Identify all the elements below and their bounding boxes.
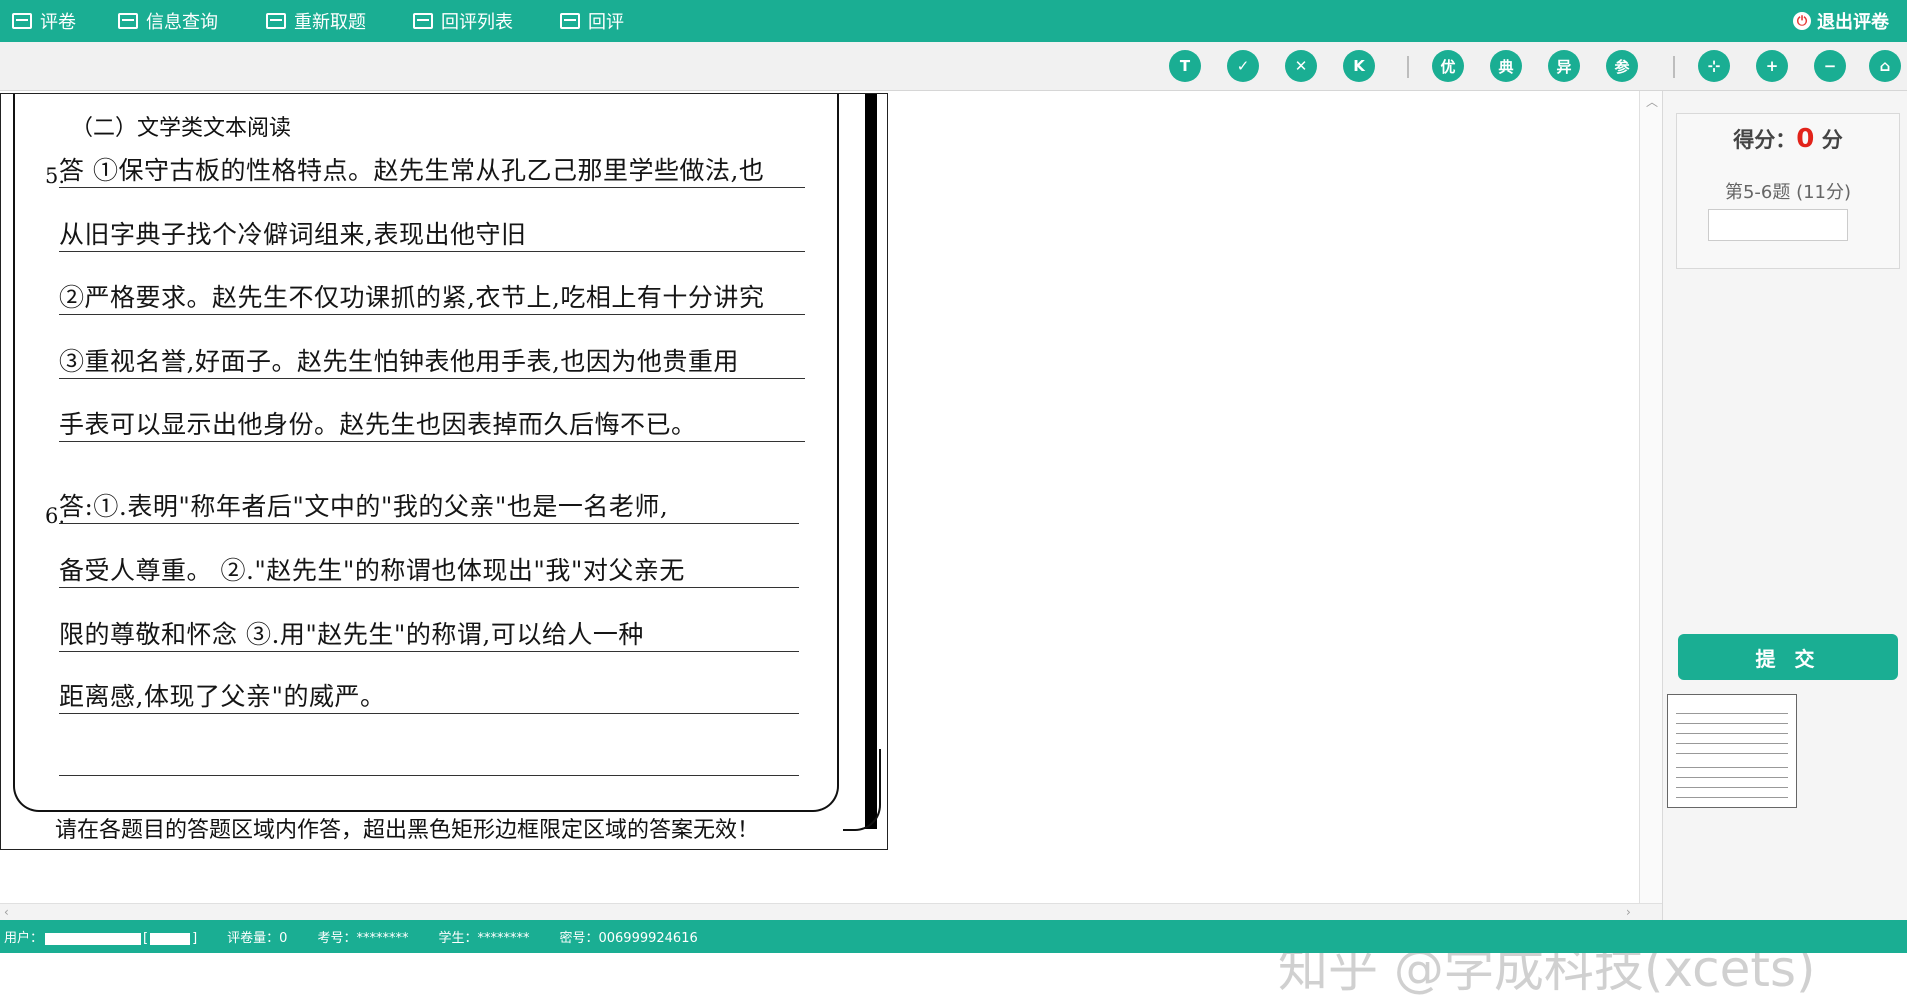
zoom-in-button[interactable]: + (1756, 50, 1788, 82)
submit-button[interactable]: 提 交 (1678, 634, 1898, 680)
answer-line: 距离感,体现了父亲"的威严。 (59, 676, 799, 714)
status-secret-no: 密号：006999924616 (559, 931, 698, 946)
cross-tool-button[interactable]: ✕ (1285, 50, 1317, 82)
answer-line: 手表可以显示出他身份。赵先生也因表掉而久后悔不已。 (59, 404, 805, 442)
nav-marking-label: 评卷 (40, 12, 76, 33)
logout-label: 退出评卷 (1817, 12, 1889, 33)
nav-refetch[interactable]: 重新取题 (266, 0, 366, 42)
review-icon (560, 13, 580, 29)
power-icon: ⏻ (1793, 12, 1811, 30)
abnormal-tool-button[interactable]: 异 (1548, 50, 1580, 82)
scroll-right-icon[interactable]: › (1626, 905, 1631, 919)
status-bar: 用户： [] 评卷量：0 考号：******** 学生：******** 密号：0… (0, 920, 1907, 953)
marking-icon (12, 13, 32, 29)
answer-line: 答:①.表明"称年者后"文中的"我的父亲"也是一名老师, (59, 486, 799, 524)
status-marked-count: 评卷量：0 (227, 931, 288, 946)
marking-toolbar: T ✓ ✕ K 优 典 异 参 ⊹ + − ⌂ (0, 42, 1907, 91)
nav-marking[interactable]: 评卷 (12, 0, 76, 42)
nav-info-query[interactable]: 信息查询 (118, 0, 218, 42)
status-user: 用户： [] (4, 927, 197, 946)
nav-review[interactable]: 回评 (560, 0, 624, 42)
nav-review-list-label: 回评列表 (441, 12, 513, 33)
typical-tool-button[interactable]: 典 (1490, 50, 1522, 82)
toolbar-divider (1673, 56, 1675, 78)
black-border-bar (865, 94, 877, 829)
k-tool-button[interactable]: K (1343, 50, 1375, 82)
score-input[interactable] (1708, 209, 1848, 241)
score-suffix: 分 (1814, 128, 1843, 152)
status-exam-no: 考号：******** (317, 931, 409, 946)
toolbar-divider (1407, 56, 1409, 78)
nav-info-query-label: 信息查询 (146, 12, 218, 33)
scroll-up-icon[interactable]: ︿ (1646, 93, 1658, 110)
sheet-footer-notice: 请在各题目的答题区域内作答，超出黑色矩形边框限定区域的答案无效！ (55, 818, 760, 843)
status-user-bracket-open: [ (143, 931, 149, 946)
excellent-tool-button[interactable]: 优 (1432, 50, 1464, 82)
answer-line (59, 738, 799, 776)
top-nav-bar: 评卷 信息查询 重新取题 回评列表 回评 ⏻ 退出评卷 (0, 0, 1907, 42)
answer-line: 备受人尊重。 ②."赵先生"的称谓也体现出"我"对父亲无 (59, 550, 799, 588)
answer-line: ③重视名誉,好面子。赵先生怕钟表他用手表,也因为他贵重用 (59, 341, 805, 379)
nav-review-list[interactable]: 回评列表 (413, 0, 513, 42)
frame-corner (843, 749, 881, 831)
score-prefix: 得分： (1733, 128, 1797, 152)
answer-line: 从旧字典子找个冷僻词组来,表现出他守旧 (59, 214, 805, 252)
vertical-scrollbar[interactable]: ︿ (1639, 91, 1663, 903)
refetch-icon (266, 13, 286, 29)
redacted-username (45, 932, 142, 945)
question-label: 第5-6题 (11分) (1724, 182, 1852, 203)
scroll-left-icon[interactable]: ‹ (4, 905, 9, 919)
reference-tool-button[interactable]: 参 (1606, 50, 1638, 82)
answer-line: 限的尊敬和怀念 ③.用"赵先生"的称谓,可以给人一种 (59, 614, 799, 652)
status-user-label: 用户： (4, 931, 44, 946)
fit-view-button[interactable]: ⊹ (1698, 50, 1730, 82)
answer-line: ②严格要求。赵先生不仅功课抓的紧,衣节上,吃相上有十分讲究 (59, 277, 805, 315)
text-tool-button[interactable]: T (1169, 50, 1201, 82)
score-display: 得分：0 分 (1677, 124, 1899, 154)
horizontal-scrollbar[interactable]: ‹ › (0, 903, 1662, 921)
reset-view-button[interactable]: ⌂ (1869, 50, 1901, 82)
nav-review-label: 回评 (588, 12, 624, 33)
answer-sheet-thumbnail[interactable] (1667, 694, 1797, 808)
status-user-bracket-close: ] (192, 931, 198, 946)
score-value: 0 (1796, 124, 1815, 154)
answer-sheet-image: （二）文学类文本阅读 5. 答 ①保守古板的性格特点。赵先生常从孔乙己那里学些做… (0, 93, 888, 850)
zoom-out-button[interactable]: − (1814, 50, 1846, 82)
nav-refetch-label: 重新取题 (294, 12, 366, 33)
status-student: 学生：******** (438, 931, 530, 946)
score-box: 得分：0 分 第5-6题 (11分) (1676, 113, 1900, 269)
review-list-icon (413, 13, 433, 29)
section-title: （二）文学类文本阅读 (71, 116, 292, 141)
scoring-panel: 得分：0 分 第5-6题 (11分) 提 交 (1662, 91, 1907, 920)
answer-sheet-viewer[interactable]: （二）文学类文本阅读 5. 答 ①保守古板的性格特点。赵先生常从孔乙己那里学些做… (0, 91, 1816, 998)
check-tool-button[interactable]: ✓ (1227, 50, 1259, 82)
info-query-icon (118, 13, 138, 29)
redacted-user-id (150, 932, 191, 945)
logout-button[interactable]: ⏻ 退出评卷 (1793, 0, 1889, 42)
answer-line: 答 ①保守古板的性格特点。赵先生常从孔乙己那里学些做法,也 (59, 150, 805, 188)
